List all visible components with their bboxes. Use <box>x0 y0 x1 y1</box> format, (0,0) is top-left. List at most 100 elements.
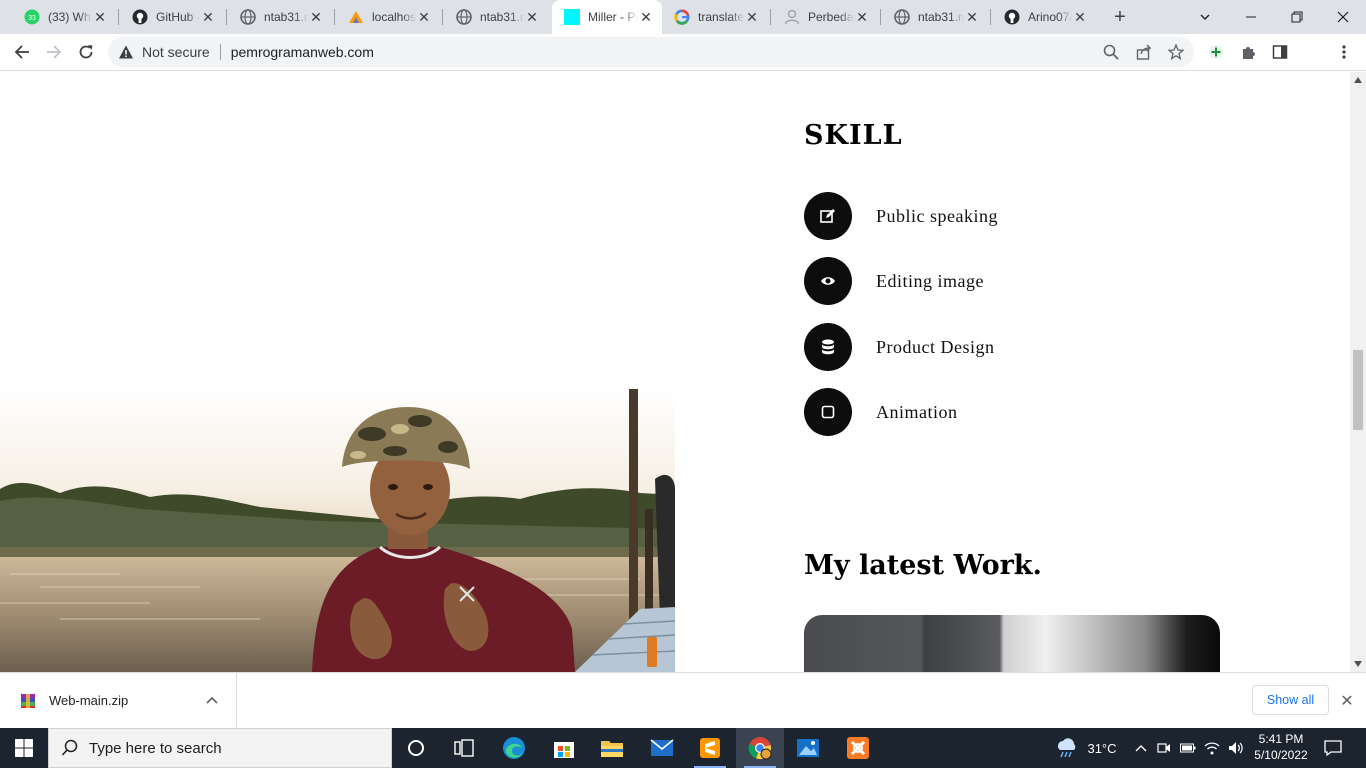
chrome-icon[interactable] <box>736 728 784 768</box>
work-thumbnail[interactable] <box>804 615 1220 672</box>
file-explorer-icon[interactable] <box>588 728 636 768</box>
start-button[interactable] <box>0 728 48 768</box>
cyan-square-icon <box>564 9 580 25</box>
security-label[interactable]: Not secure <box>142 44 210 60</box>
store-icon[interactable] <box>540 728 588 768</box>
close-tab-icon[interactable]: ✕ <box>200 9 216 25</box>
close-tab-icon[interactable]: ✕ <box>744 9 760 25</box>
zoom-icon[interactable] <box>1103 44 1119 60</box>
tab-title: GitHub - <box>156 10 200 24</box>
skill-label: Editing image <box>876 270 984 291</box>
skill-heading: SKILL <box>804 120 903 151</box>
windows-taskbar: Type here to search 31°C 5:41 PM 5/10/20… <box>0 728 1366 768</box>
close-tab-icon[interactable]: ✕ <box>416 9 432 25</box>
globe-icon <box>240 9 256 25</box>
tab-search-chevron-icon[interactable] <box>1182 0 1228 34</box>
close-window-button[interactable] <box>1320 0 1366 34</box>
minimize-button[interactable] <box>1228 0 1274 34</box>
cortana-icon[interactable] <box>392 728 440 768</box>
phpmyadmin-icon <box>348 9 364 25</box>
database-icon <box>804 323 852 371</box>
tab-title: (33) WhatsApp <box>48 10 92 24</box>
close-tab-icon[interactable]: ✕ <box>308 9 324 25</box>
new-tab-button[interactable]: + <box>1108 5 1132 29</box>
photos-icon[interactable] <box>784 728 832 768</box>
profile-photo <box>0 389 675 672</box>
share-icon[interactable] <box>1136 44 1152 60</box>
battery-icon[interactable] <box>1178 728 1198 768</box>
tab-arino[interactable]: Arino07/ ✕ <box>992 0 1096 34</box>
task-view-icon[interactable] <box>440 728 488 768</box>
square-icon <box>804 388 852 436</box>
close-tab-icon[interactable]: ✕ <box>964 9 980 25</box>
side-panel-icon[interactable] <box>1266 38 1294 66</box>
tab-strip: 33 (33) WhatsApp ✕ GitHub - ✕ ntab31.my.… <box>0 0 1366 34</box>
chevron-up-icon[interactable] <box>204 692 220 708</box>
scroll-down-arrow-icon[interactable] <box>1350 656 1366 672</box>
tab-github[interactable]: GitHub - ✕ <box>120 0 224 34</box>
system-clock[interactable]: 5:41 PM 5/10/2022 <box>1246 731 1316 763</box>
tab-phpmyadmin[interactable]: localhost / phpMyAdmin ✕ <box>336 0 440 34</box>
close-tab-icon[interactable]: ✕ <box>854 9 870 25</box>
tab-title: ntab31.my.id <box>264 10 308 24</box>
close-tab-icon[interactable]: ✕ <box>92 9 108 25</box>
github-icon <box>132 9 148 25</box>
show-all-button[interactable]: Show all <box>1252 685 1329 715</box>
tab-miller-active[interactable]: Miller - Portfolio ✕ <box>552 0 662 34</box>
page-viewport: SKILL Public speaking Editing image Prod… <box>0 72 1350 672</box>
address-bar[interactable]: Not secure pemrogramanweb.com <box>108 37 1194 67</box>
warning-icon[interactable] <box>118 44 134 60</box>
tab-ntab31-2[interactable]: ntab31.my.id ✕ <box>444 0 548 34</box>
tab-title: translate <box>698 10 744 24</box>
download-bar: Web-main.zip Show all ✕ <box>0 672 1366 728</box>
search-placeholder: Type here to search <box>89 739 222 757</box>
xampp-icon[interactable] <box>834 728 882 768</box>
back-button[interactable] <box>8 38 36 66</box>
latest-work-heading: My latest Work. <box>804 550 1042 581</box>
close-tab-icon[interactable]: ✕ <box>1072 9 1088 25</box>
bookmark-star-icon[interactable] <box>1168 44 1184 60</box>
sublime-text-icon[interactable] <box>686 728 734 768</box>
skill-label: Public speaking <box>876 205 998 226</box>
download-item[interactable]: Web-main.zip <box>0 673 237 728</box>
tab-ntab31[interactable]: ntab31.my.id ✕ <box>228 0 332 34</box>
svg-text:33: 33 <box>28 15 36 22</box>
page-scrollbar[interactable] <box>1350 72 1366 672</box>
search-icon <box>61 739 78 756</box>
taskbar-search-box[interactable]: Type here to search <box>48 728 392 768</box>
close-tab-icon[interactable]: ✕ <box>524 9 540 25</box>
tab-perbedaan[interactable]: Perbedaan ✕ <box>772 0 878 34</box>
extensions-puzzle-icon[interactable] <box>1234 38 1262 66</box>
globe-icon <box>456 9 472 25</box>
tab-title: ntab31.my.id <box>918 10 964 24</box>
restore-button[interactable] <box>1274 0 1320 34</box>
download-file-name: Web-main.zip <box>49 693 129 708</box>
github-icon <box>1004 9 1020 25</box>
url-text[interactable]: pemrogramanweb.com <box>231 44 374 60</box>
tab-title: Miller - Portfolio <box>588 10 638 24</box>
eye-icon <box>804 257 852 305</box>
notifications-icon[interactable] <box>1318 728 1348 768</box>
scroll-thumb[interactable] <box>1353 350 1363 430</box>
weather-rain-icon[interactable] <box>1054 728 1080 768</box>
wifi-icon[interactable] <box>1202 728 1222 768</box>
skill-item: Animation <box>804 388 958 436</box>
forward-button[interactable] <box>40 38 68 66</box>
close-download-bar-icon[interactable]: ✕ <box>1338 692 1356 710</box>
winrar-archive-icon <box>21 693 35 708</box>
extension-plus-icon[interactable] <box>1202 38 1230 66</box>
close-tab-icon[interactable]: ✕ <box>638 9 654 25</box>
edge-icon[interactable] <box>490 728 538 768</box>
menu-kebab-icon[interactable] <box>1330 38 1358 66</box>
meet-now-icon[interactable] <box>1154 728 1174 768</box>
show-hidden-icons-chevron-icon[interactable] <box>1130 728 1152 768</box>
mail-icon[interactable] <box>638 728 686 768</box>
reload-button[interactable] <box>72 38 100 66</box>
tab-title: Perbedaan <box>808 10 854 24</box>
tab-whatsapp[interactable]: 33 (33) WhatsApp ✕ <box>12 0 116 34</box>
scroll-up-arrow-icon[interactable] <box>1350 72 1366 88</box>
volume-icon[interactable] <box>1226 728 1246 768</box>
tab-translate[interactable]: translate ✕ <box>662 0 768 34</box>
weather-temperature[interactable]: 31°C <box>1082 728 1122 768</box>
tab-ntab31-3[interactable]: ntab31.my.id ✕ <box>882 0 988 34</box>
